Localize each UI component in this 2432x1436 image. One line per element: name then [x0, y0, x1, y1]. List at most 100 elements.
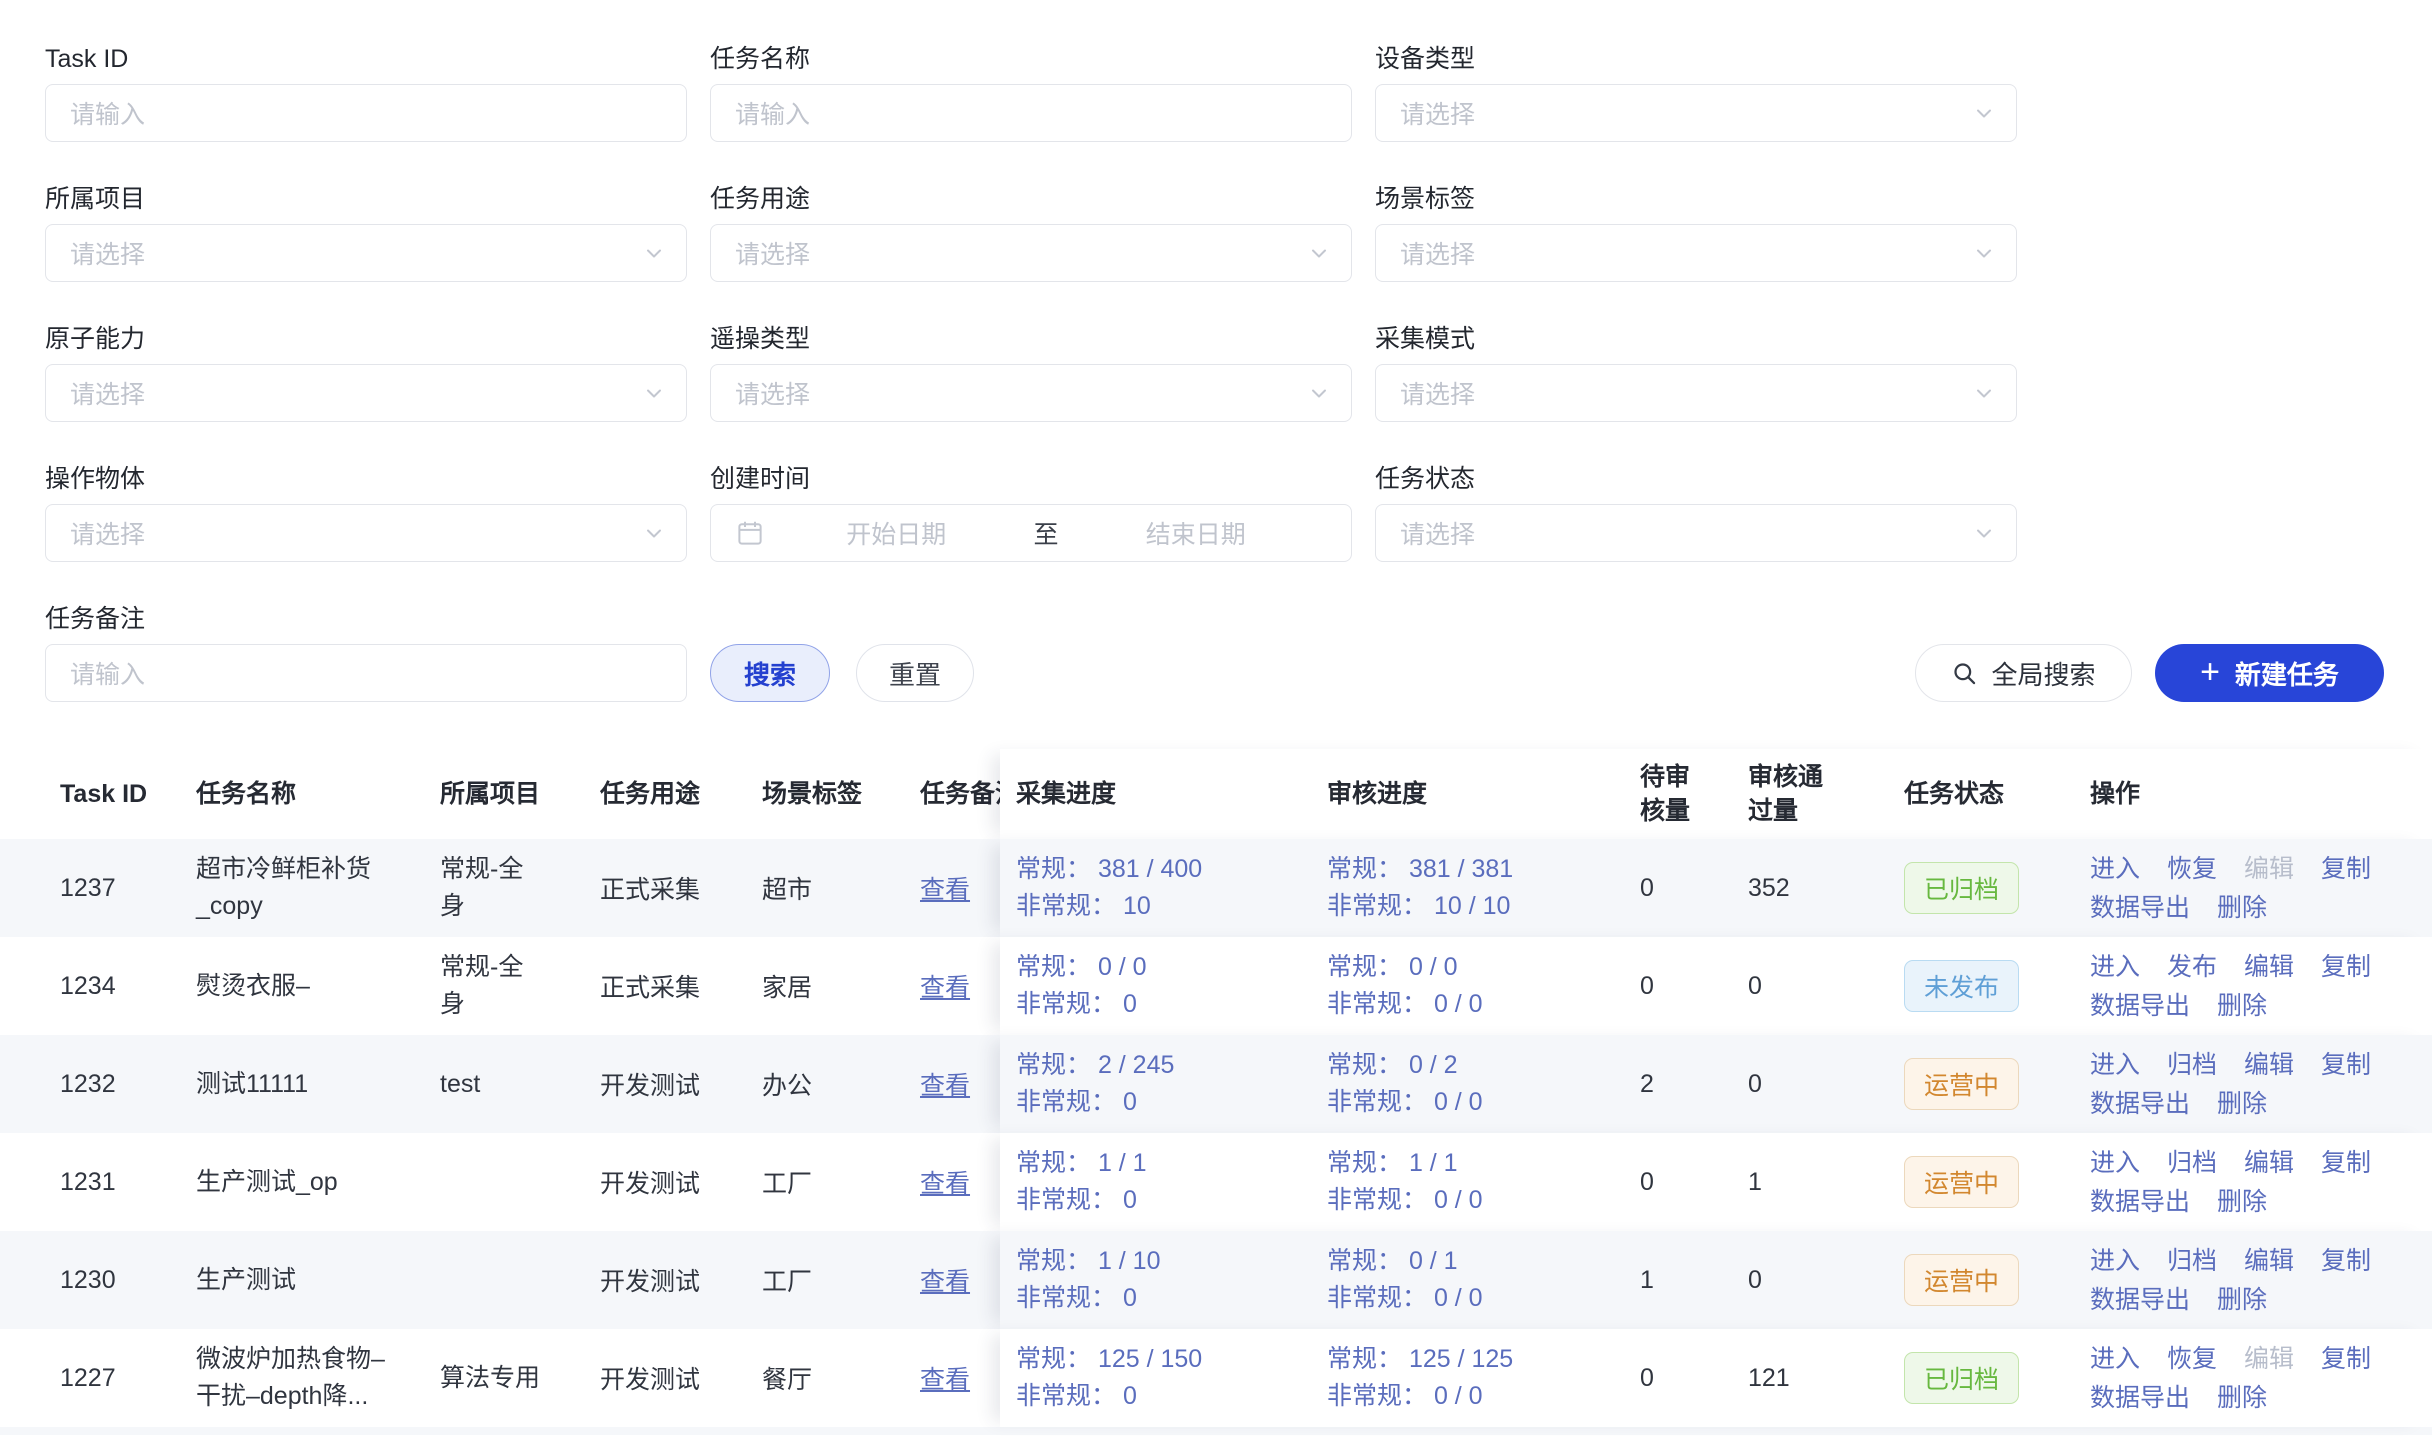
op-link[interactable]: 复制	[2321, 950, 2371, 984]
table-row: 1232测试11111test开发测试办公查看常规： 2 / 245 非常规： …	[0, 1035, 2432, 1133]
op-link[interactable]: 归档	[2167, 1244, 2217, 1278]
op-link[interactable]: 数据导出	[2090, 1283, 2190, 1317]
filter-field-task-id: Task ID 请输入	[45, 46, 687, 142]
col-review-text: 审核进度	[1327, 777, 1427, 811]
op-link[interactable]: 数据导出	[2090, 1087, 2190, 1121]
op-link[interactable]: 进入	[2090, 1342, 2140, 1376]
col-ops-text: 操作	[2090, 777, 2140, 811]
op-link[interactable]: 删除	[2217, 989, 2267, 1023]
op-link[interactable]: 删除	[2217, 891, 2267, 925]
cell-approved-count-text: 0	[1748, 972, 1762, 1001]
scene-tag-select[interactable]: 请选择	[1375, 224, 2017, 282]
filter-field-operation-object: 操作物体请选择	[45, 466, 687, 562]
op-link[interactable]: 删除	[2217, 1381, 2267, 1415]
global-search-button[interactable]: 全局搜索	[1915, 644, 2132, 702]
filter-label-task-id: Task ID	[45, 46, 687, 72]
op-link[interactable]: 删除	[2217, 1283, 2267, 1317]
op-link[interactable]: 进入	[2090, 1244, 2140, 1278]
cell-approved-count-text: 121	[1748, 1364, 1790, 1393]
task-id-input[interactable]: 请输入	[45, 84, 687, 142]
cell-task-id: 1227	[60, 1329, 180, 1427]
op-link[interactable]: 数据导出	[2090, 1381, 2190, 1415]
cell-purpose-text: 正式采集	[600, 870, 700, 906]
view-remark-link[interactable]: 查看	[920, 1164, 970, 1200]
task-purpose-select[interactable]: 请选择	[710, 224, 1352, 282]
op-link[interactable]: 进入	[2090, 1048, 2140, 1082]
cell-name-text: 熨烫衣服–	[196, 968, 310, 1005]
op-link[interactable]: 复制	[2321, 1048, 2371, 1082]
cell-status: 运营中	[1904, 1231, 2076, 1329]
teleop-type-placeholder: 请选择	[735, 375, 810, 411]
global-search-label: 全局搜索	[1991, 655, 2095, 692]
toolbar-actions: 全局搜索 + 新建任务	[1915, 644, 2384, 702]
col-approved: 审核通 过量	[1748, 749, 1850, 839]
operations-line-2: 数据导出删除	[2090, 1381, 2371, 1415]
op-link[interactable]: 编辑	[2244, 1146, 2294, 1180]
view-remark-link[interactable]: 查看	[920, 1066, 970, 1102]
op-link[interactable]: 编辑	[2244, 1048, 2294, 1082]
cell-pending-count: 1	[1640, 1231, 1716, 1329]
cell-review-progress-text: 常规： 1 / 1 非常规： 0 / 0	[1327, 1145, 1483, 1219]
col-task-id-text: Task ID	[60, 777, 147, 811]
reset-button[interactable]: 重置	[856, 644, 974, 702]
op-link[interactable]: 数据导出	[2090, 891, 2190, 925]
op-link[interactable]: 进入	[2090, 1146, 2140, 1180]
op-link[interactable]: 恢复	[2167, 852, 2217, 886]
cell-task-id-text: 1234	[60, 972, 116, 1001]
device-type-select[interactable]: 请选择	[1375, 84, 2017, 142]
task-remark-input[interactable]: 请输入	[45, 644, 687, 702]
cell-purpose: 正式采集	[600, 937, 734, 1035]
view-remark-link[interactable]: 查看	[920, 1360, 970, 1396]
cell-name: 生产测试_op	[196, 1133, 408, 1231]
new-task-button[interactable]: + 新建任务	[2155, 644, 2384, 702]
op-link[interactable]: 归档	[2167, 1048, 2217, 1082]
op-link[interactable]: 复制	[2321, 1342, 2371, 1376]
op-link[interactable]: 归档	[2167, 1146, 2217, 1180]
task-status-select[interactable]: 请选择	[1375, 504, 2017, 562]
table-row: 1231生产测试_op开发测试工厂查看常规： 1 / 1 非常规： 0常规： 1…	[0, 1133, 2432, 1231]
create-time-daterange[interactable]: 开始日期至结束日期	[710, 504, 1352, 562]
cell-project: test	[440, 1035, 552, 1133]
atomic-capability-select[interactable]: 请选择	[45, 364, 687, 422]
op-link[interactable]: 数据导出	[2090, 989, 2190, 1023]
operation-object-select[interactable]: 请选择	[45, 504, 687, 562]
op-link[interactable]: 进入	[2090, 950, 2140, 984]
col-review: 审核进度	[1327, 749, 1627, 839]
collect-mode-select[interactable]: 请选择	[1375, 364, 2017, 422]
op-link[interactable]: 数据导出	[2090, 1185, 2190, 1219]
cell-purpose-text: 开发测试	[600, 1164, 700, 1200]
collect-mode-placeholder: 请选择	[1400, 375, 1475, 411]
new-task-label: 新建任务	[2235, 655, 2339, 692]
op-link[interactable]: 恢复	[2167, 1342, 2217, 1376]
search-button[interactable]: 搜索	[710, 644, 830, 702]
teleop-type-select[interactable]: 请选择	[710, 364, 1352, 422]
operations-lines: 进入归档编辑复制数据导出删除	[2090, 1244, 2371, 1317]
op-link[interactable]: 编辑	[2244, 1244, 2294, 1278]
operations-lines: 进入发布编辑复制数据导出删除	[2090, 950, 2371, 1023]
op-link[interactable]: 复制	[2321, 1146, 2371, 1180]
operations-line-2: 数据导出删除	[2090, 1185, 2371, 1219]
table-header-right: 采集进度审核进度待审 核量审核通 过量任务状态操作	[1000, 749, 2432, 839]
view-remark-link[interactable]: 查看	[920, 1262, 970, 1298]
op-link[interactable]: 复制	[2321, 852, 2371, 886]
row-right-1231: 常规： 1 / 1 非常规： 0常规： 1 / 1 非常规： 0 / 001运营…	[1000, 1133, 2432, 1231]
filter-field-create-time: 创建时间开始日期至结束日期	[710, 466, 1352, 562]
operations-line-1: 进入恢复编辑复制	[2090, 1342, 2371, 1376]
project-select[interactable]: 请选择	[45, 224, 687, 282]
cell-pending-count: 2	[1640, 1035, 1716, 1133]
op-link[interactable]: 删除	[2217, 1087, 2267, 1121]
op-link[interactable]: 复制	[2321, 1244, 2371, 1278]
view-remark-link[interactable]: 查看	[920, 968, 970, 1004]
filter-label-task-name: 任务名称	[710, 46, 1352, 72]
task-name-input[interactable]: 请输入	[710, 84, 1352, 142]
op-link[interactable]: 编辑	[2244, 950, 2294, 984]
cell-pending-count: 0	[1640, 1329, 1716, 1427]
op-link[interactable]: 进入	[2090, 852, 2140, 886]
cell-pending-count-text: 0	[1640, 972, 1654, 1001]
op-link[interactable]: 发布	[2167, 950, 2217, 984]
view-remark-link[interactable]: 查看	[920, 870, 970, 906]
cell-approved-count-text: 0	[1748, 1070, 1762, 1099]
cell-review-progress-text: 常规： 381 / 381 非常规： 10 / 10	[1327, 851, 1513, 925]
op-link[interactable]: 删除	[2217, 1185, 2267, 1219]
status-badge: 运营中	[1904, 1058, 2019, 1110]
